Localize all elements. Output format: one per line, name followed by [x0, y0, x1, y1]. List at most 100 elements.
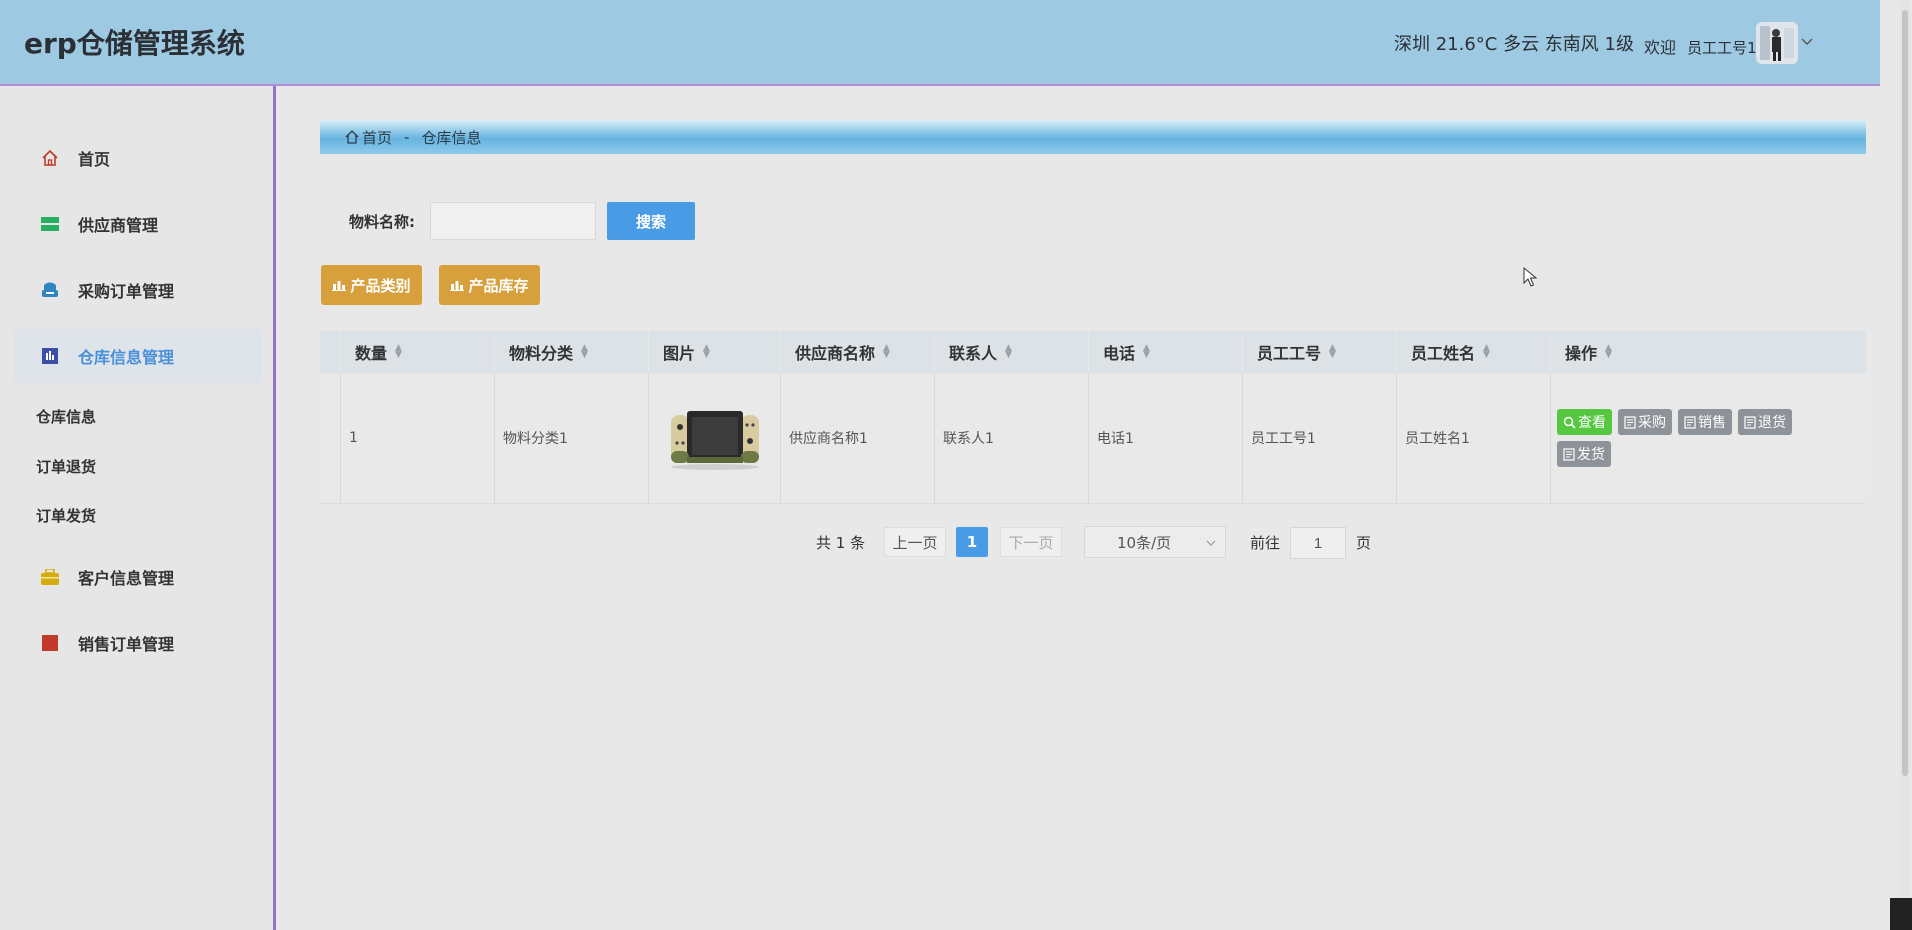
page-size-value: 10条/页: [1117, 533, 1172, 552]
sort-icon[interactable]: ▲ ▼: [1483, 344, 1490, 360]
sort-icon[interactable]: ▲ ▼: [1605, 344, 1612, 360]
column-label: 员工姓名: [1411, 344, 1476, 363]
sidebar-item-label: 客户信息管理: [78, 569, 175, 588]
cell-operations: 查看 采购 销售 退货 发货: [1550, 373, 1866, 503]
chevron-down-icon[interactable]: [1800, 34, 1814, 48]
purchase-button[interactable]: 采购: [1618, 409, 1672, 435]
sort-icon[interactable]: ▲ ▼: [703, 344, 710, 360]
taskbar-corner-icon: [1890, 898, 1912, 930]
column-header-category[interactable]: 物料分类 ▲ ▼: [494, 331, 648, 373]
ship-label: 发货: [1577, 447, 1605, 463]
cell-quantity: 1: [340, 373, 494, 503]
product-stock-button[interactable]: 产品库存: [439, 265, 540, 305]
column-label: 供应商名称: [795, 344, 876, 363]
sell-label: 销售: [1698, 415, 1726, 431]
column-header-quantity[interactable]: 数量 ▲ ▼: [340, 331, 494, 373]
column-label: 联系人: [949, 344, 998, 363]
sort-icon[interactable]: ▲ ▼: [1143, 344, 1150, 360]
page-suffix: 页: [1356, 533, 1372, 552]
goto-page-input[interactable]: [1290, 527, 1346, 559]
ship-button[interactable]: 发货: [1557, 441, 1611, 467]
breadcrumb-separator: -: [404, 128, 410, 146]
sidebar: 首页 供应商管理 采购订单管理 仓库信息管理 仓库信息 订单退货 订单发货 客户…: [0, 86, 276, 930]
column-label: 图片: [663, 344, 696, 363]
search-icon: [1563, 416, 1576, 429]
sell-button[interactable]: 销售: [1678, 409, 1732, 435]
sidebar-sub-order-returns[interactable]: 订单退货: [36, 456, 96, 477]
search-label: 物料名称:: [349, 213, 415, 231]
breadcrumb: 首页 - 仓库信息: [320, 120, 1866, 154]
cell-supplier: 供应商名称1: [780, 373, 934, 503]
return-button[interactable]: 退货: [1738, 409, 1792, 435]
welcome-text: 欢迎 员工工号1: [1644, 34, 1757, 58]
purchase-label: 采购: [1638, 415, 1666, 431]
cell-phone: 电话1: [1088, 373, 1242, 503]
sidebar-item-label: 仓库信息管理: [78, 348, 175, 367]
breadcrumb-current: 仓库信息: [421, 128, 482, 147]
return-label: 退货: [1758, 415, 1786, 431]
sort-icon[interactable]: ▲ ▼: [1329, 344, 1336, 360]
column-header-employee-name[interactable]: 员工姓名 ▲ ▼: [1396, 331, 1550, 373]
cell-employee-name: 员工姓名1: [1396, 373, 1550, 503]
user-avatar[interactable]: [1756, 22, 1798, 64]
top-header: erp仓储管理系统 深圳 21.6°C 多云 东南风 1级 欢迎 员工工号1: [0, 0, 1880, 86]
bar-chart-icon: [332, 281, 347, 291]
view-label: 查看: [1578, 415, 1606, 431]
app-title: erp仓储管理系统: [24, 27, 245, 60]
product-category-button[interactable]: 产品类别: [321, 265, 422, 305]
customer-icon: [40, 567, 60, 587]
table-row: 1 物料分类1 供应商名称1 联系人1 电话1 员工工号1 员工姓名1 查看 采…: [320, 373, 1866, 503]
sidebar-item-warehouse[interactable]: 仓库信息管理: [14, 329, 262, 383]
sort-icon[interactable]: ▲ ▼: [883, 344, 890, 360]
column-header-contact[interactable]: 联系人 ▲ ▼: [934, 331, 1088, 373]
column-label: 数量: [355, 344, 388, 363]
sort-icon[interactable]: ▲ ▼: [581, 344, 588, 360]
next-page-button[interactable]: 下一页: [1000, 527, 1062, 557]
chevron-down-icon: [1206, 540, 1216, 546]
search-input[interactable]: [430, 202, 596, 240]
breadcrumb-home[interactable]: 首页: [362, 127, 392, 148]
sidebar-item-customers[interactable]: 客户信息管理: [14, 550, 262, 604]
sidebar-item-purchase-orders[interactable]: 采购订单管理: [14, 263, 262, 317]
home-icon: [345, 130, 359, 144]
sales-icon: [40, 633, 60, 653]
sort-icon[interactable]: ▲ ▼: [1005, 344, 1012, 360]
sidebar-item-label: 销售订单管理: [78, 635, 175, 654]
column-header-operations[interactable]: 操作 ▲ ▼: [1550, 331, 1866, 373]
goto-label: 前往: [1250, 533, 1281, 552]
column-header-image[interactable]: 图片 ▲ ▼: [648, 331, 780, 373]
sidebar-item-home[interactable]: 首页: [14, 131, 262, 185]
sidebar-sub-warehouse-info[interactable]: 仓库信息: [36, 406, 96, 427]
column-header-phone[interactable]: 电话 ▲ ▼: [1088, 331, 1242, 373]
column-label: 物料分类: [509, 344, 574, 363]
table-header: 数量 ▲ ▼ 物料分类 ▲ ▼ 图片 ▲ ▼ 供应商名称 ▲ ▼ 联系人 ▲ ▼ 电话 ▲ ▼ 员工工号…: [320, 331, 1866, 373]
purchase-icon: [40, 280, 60, 300]
weather-info: 深圳 21.6°C 多云 东南风 1级: [1394, 34, 1634, 55]
mouse-cursor-icon: [1523, 267, 1537, 287]
sidebar-item-label: 采购订单管理: [78, 282, 175, 301]
row-spacer: [320, 373, 340, 503]
sidebar-item-label: 供应商管理: [78, 216, 159, 235]
home-icon: [40, 148, 60, 168]
pagination-total: 共 1 条: [816, 533, 866, 552]
page-1-button[interactable]: 1: [956, 527, 988, 557]
column-label: 员工工号: [1257, 344, 1322, 363]
sidebar-item-suppliers[interactable]: 供应商管理: [14, 197, 262, 251]
cell-category: 物料分类1: [494, 373, 648, 503]
scrollbar-thumb[interactable]: [1902, 10, 1908, 776]
sort-icon[interactable]: ▲ ▼: [395, 344, 402, 360]
document-icon: [1684, 415, 1696, 429]
column-header-employee-id[interactable]: 员工工号 ▲ ▼: [1242, 331, 1396, 373]
cell-contact: 联系人1: [934, 373, 1088, 503]
prev-page-button[interactable]: 上一页: [884, 527, 946, 557]
cell-image: [648, 373, 780, 503]
column-label: 电话: [1103, 344, 1136, 363]
search-button[interactable]: 搜索: [607, 202, 695, 240]
sidebar-sub-order-shipping[interactable]: 订单发货: [36, 505, 96, 526]
column-header-supplier[interactable]: 供应商名称 ▲ ▼: [780, 331, 934, 373]
product-image[interactable]: [667, 403, 763, 473]
sidebar-item-sales-orders[interactable]: 销售订单管理: [14, 616, 262, 670]
page-size-select[interactable]: 10条/页: [1084, 526, 1226, 558]
view-button[interactable]: 查看: [1557, 409, 1612, 435]
supplier-icon: [40, 214, 60, 234]
